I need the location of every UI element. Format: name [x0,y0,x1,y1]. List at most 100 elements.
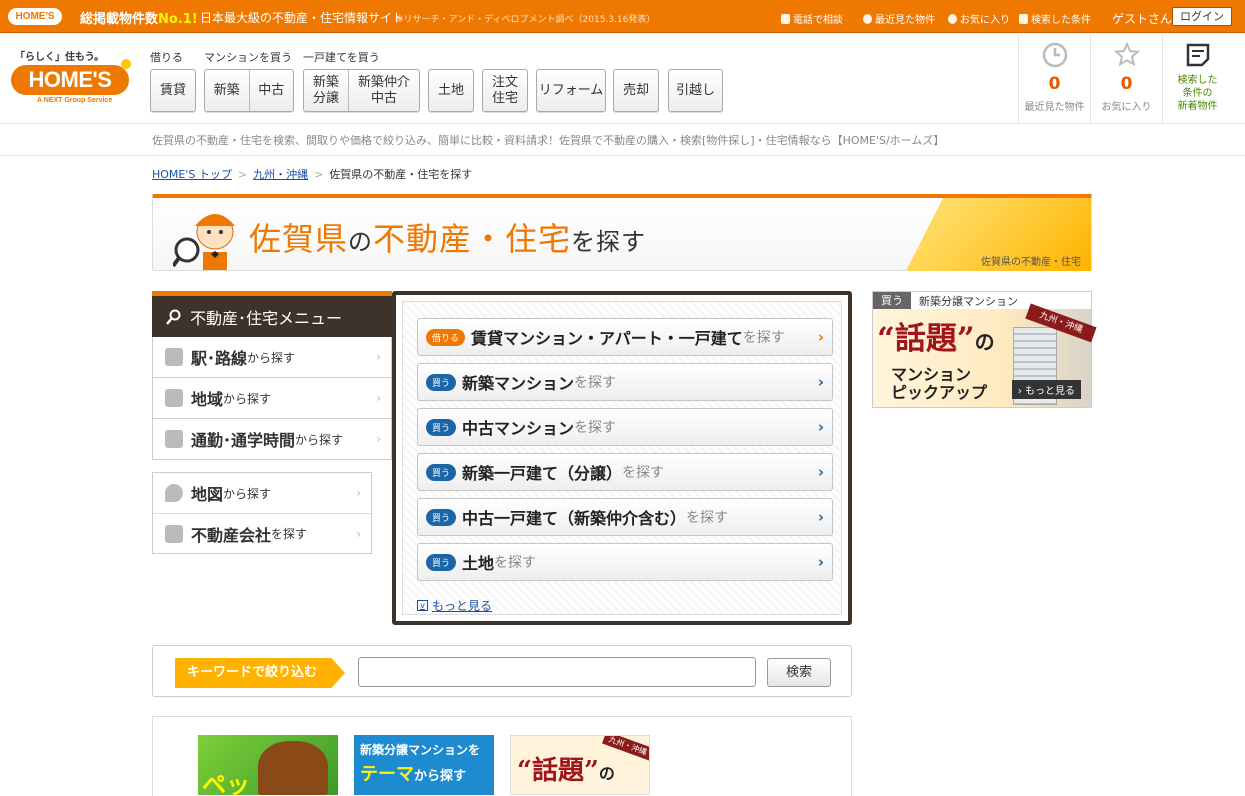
nav-mansion-group: 新築 中古 [204,69,294,112]
star-icon [1113,41,1140,67]
page-description: 佐賀県の不動産・住宅を検索、間取りや価格で絞り込み、簡単に比較・資料請求！佐賀県… [152,134,945,147]
ad-more-button[interactable]: › もっと見る [1011,380,1081,399]
ad-buy-label: 買う [873,292,911,309]
property-type-list: 借りる 賃貸マンション・アパート・一戸建て を探す › 買う 新築マンション を探す › 買… [402,301,842,615]
chevron-right-icon: › [817,463,824,481]
briefcase-icon [165,430,183,448]
nav-mansion-used-button[interactable]: 中古 [248,70,294,111]
menu-header: 不動産･住宅メニュー [152,291,392,337]
nav-land-button[interactable]: 土地 [428,69,474,112]
homes-logo[interactable]: 「らしく」住もう。 HOME'S A NEXT Group Service [11,48,131,114]
keyword-label: キーワードで絞り込む [175,658,345,688]
property-link-rent[interactable]: 借りる 賃貸マンション・アパート・一戸建て を探す › [417,318,833,356]
breadcrumb-region[interactable]: 九州・沖縄 [253,166,308,182]
brand-wordmark: HOME'S [11,59,131,95]
keyword-input[interactable] [358,657,756,687]
menu-item-company[interactable]: 不動産会社 を探す › [153,513,371,553]
nav-custom-home-button[interactable]: 注文 住宅 [482,69,528,112]
recent-label: 最近見た物件 [1024,102,1085,113]
theme-search-banner[interactable]: 新築分譲マンションを テーマから探す [354,735,494,795]
rent-badge: 借りる [426,328,466,346]
guest-label: ゲストさん [1112,12,1173,26]
secondary-menu: 地図 から探す › 不動産会社 を探す › [152,472,372,554]
chevron-right-icon: › [356,486,361,500]
menu-title: 不動産･住宅メニュー [190,308,343,328]
nav-group-house: 一戸建てを買う [303,51,380,64]
breadcrumb-arrow-icon: > [314,167,324,181]
property-type-panel: 借りる 賃貸マンション・アパート・一戸建て を探す › 買う 新築マンション を探す › 買… [392,291,852,625]
nav-house-brokered-button[interactable]: 新築仲介 中古 [348,70,419,111]
menu-item-commute[interactable]: 通勤･通学時間 から探す › [152,419,392,460]
nav-rent-button[interactable]: 賃貸 [150,69,196,112]
buy-badge: 買う [426,418,457,436]
chevron-right-icon: › [817,553,824,571]
property-link-used-mansion[interactable]: 買う 中古マンション を探す › [417,408,833,446]
breadcrumb-arrow-icon: > [237,167,248,181]
banner-caption: 佐賀県の不動産・住宅 [981,257,1081,268]
chevron-right-icon: › [817,508,824,526]
brand-tagline: 「らしく」住もう。 [15,52,105,63]
chevron-right-icon: › [376,432,381,446]
breadcrumb: HOME'S トップ > 九州・沖縄 > 佐賀県の不動産・住宅を探す [152,166,472,182]
pet-banner[interactable]: ペッ [198,735,338,795]
homes-mini-logo[interactable]: HOME'S [8,8,62,25]
site-header: 「らしく」住もう。 HOME'S A NEXT Group Service 借り… [0,34,1245,124]
menu-item-map[interactable]: 地図 から探す › [153,473,371,513]
clock-icon [1042,42,1067,68]
keyword-filter-bar: キーワードで絞り込む 検索 [152,645,852,697]
chevron-down-icon: v [417,600,428,611]
fav-count: 0 [1120,74,1133,94]
property-link-new-mansion[interactable]: 買う 新築マンション を探す › [417,363,833,401]
mansion-pickup-ad[interactable]: 買う 新築分譲マンション “話題”の マンション ピックアップ 九州・沖縄 › も… [872,291,1097,408]
favorites-link[interactable]: お気に入り [948,11,1010,26]
ad-header: 買う 新築分譲マンション [873,292,1091,309]
property-link-used-house[interactable]: 買う 中古一戸建て（新築仲介含む） を探す › [417,498,833,536]
train-icon [165,348,183,366]
building-icon [165,389,183,407]
breadcrumb-home[interactable]: HOME'S トップ [152,166,232,182]
breadcrumb-current: 佐賀県の不動産・住宅を探す [329,168,473,181]
login-button[interactable]: ログイン [1172,7,1232,26]
menu-item-station[interactable]: 駅･路線 から探す › [152,337,392,378]
detective-mascot-icon [173,214,235,270]
buy-badge: 買う [426,463,457,481]
chevron-right-icon: › [817,373,824,391]
nav-moving-button[interactable]: 引越し [668,69,723,112]
tagline-highlight: No.1! [158,12,198,27]
fav-label: お気に入り [1101,102,1152,113]
property-link-land[interactable]: 買う 土地 を探す › [417,543,833,581]
ad-category: 新築分譲マンション [919,294,1018,308]
property-link-new-house[interactable]: 買う 新築一戸建て（分譲） を探す › [417,453,833,491]
phone-consult-link[interactable]: 電話で相談 [781,11,843,26]
brand-sub: A NEXT Group Service [37,97,113,104]
note-icon [1019,13,1028,24]
buy-badge: 買う [426,373,457,391]
search-button[interactable]: 検索 [767,658,831,687]
buy-badge: 買う [426,508,457,526]
recent-viewed-stat[interactable]: 0 最近見た物件 [1018,34,1090,124]
nav-sell-button[interactable]: 売却 [613,69,659,112]
recent-viewed-link[interactable]: 最近見た物件 [863,11,935,26]
office-icon [165,524,183,543]
topic-mansion-banner[interactable]: “話題”の 九州・沖縄 [510,735,650,795]
nav-reform-button[interactable]: リフォーム [536,69,606,112]
feature-banners: ペッ 新築分譲マンションを テーマから探す “話題”の 九州・沖縄 [152,716,852,796]
saved-search-link[interactable]: 検索した条件 [1019,11,1091,26]
page-title: 佐賀県の不動産・住宅を探す [249,220,647,258]
nav-house-new-button[interactable]: 新築 分譲 [304,70,348,111]
top-bar: HOME'S 総掲載物件数No.1! 日本最大級の不動産・住宅情報サイト ※リサ… [0,0,1245,33]
menu-item-area[interactable]: 地域 から探す › [152,378,392,419]
show-more-link[interactable]: v もっと見る [417,597,492,614]
star-icon [948,13,957,24]
map-pin-icon [165,484,183,502]
nav-mansion-new-button[interactable]: 新築 [205,70,249,111]
favorites-stat[interactable]: 0 お気に入り [1090,34,1162,124]
nav-group-rent: 借りる [150,51,183,64]
chevron-right-icon: › [376,350,381,364]
new-listings-stat[interactable]: 検索した 条件の 新着物件 [1162,34,1232,124]
search-icon [166,309,181,325]
divider [0,155,1245,156]
nav-group-mansion: マンションを買う [204,51,292,64]
buy-badge: 買う [426,553,457,571]
chevron-right-icon: › [356,527,361,541]
